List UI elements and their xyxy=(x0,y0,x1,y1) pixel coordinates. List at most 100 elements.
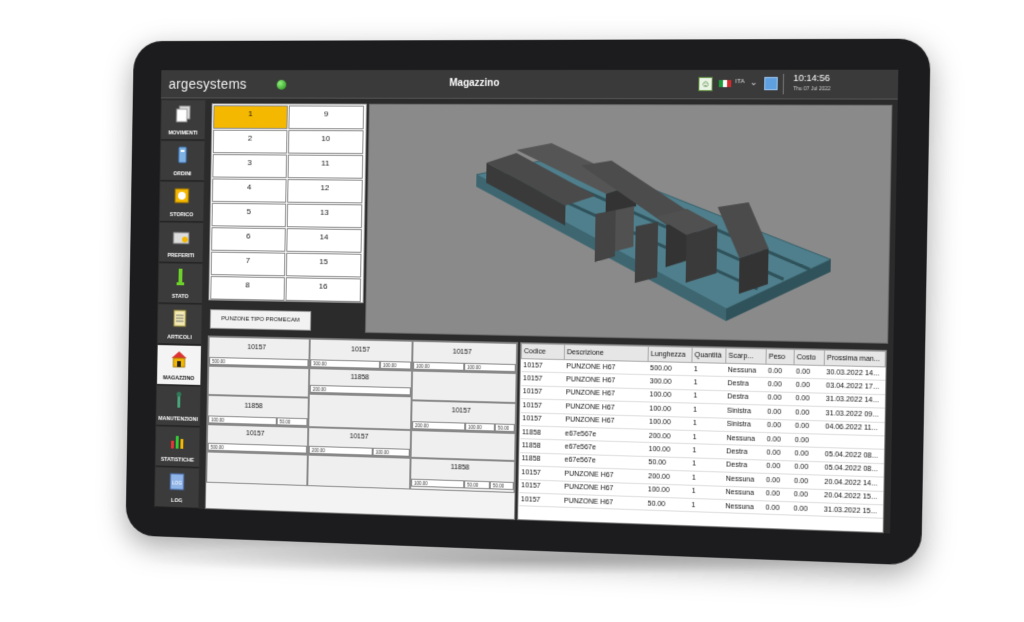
clock-time: 10:14:56 xyxy=(793,72,831,84)
cell-peso: 0.00 xyxy=(765,405,794,420)
slot-length: 50.00 xyxy=(489,481,514,490)
slot-length: 100.00 xyxy=(379,360,412,370)
sidebar-item-ordini[interactable]: ORDINI xyxy=(160,141,205,182)
slot-cell[interactable]: 11858 100.00 50.00 xyxy=(207,394,309,428)
sidebar-item-statistiche[interactable]: STATISTICHE xyxy=(155,426,200,468)
cell-lunghezza: 100.00 xyxy=(647,388,692,404)
drawer-cell[interactable]: 13 xyxy=(286,203,363,229)
slot-cell[interactable]: 10157 500.00 xyxy=(208,336,310,369)
slot-cell[interactable]: 10157 200.00 100.00 50.00 xyxy=(411,400,517,434)
cell-costo: 0.00 xyxy=(792,446,823,462)
drawer-cell[interactable]: 5 xyxy=(211,202,287,228)
sidebar-item-label: STATO xyxy=(171,293,189,300)
drawer-3d-render xyxy=(366,142,891,324)
column-header[interactable]: Scarp... xyxy=(725,348,767,365)
slot-cell[interactable]: 10157 200.00 100.00 xyxy=(307,427,412,458)
italy-flag-icon[interactable] xyxy=(718,80,732,88)
chevron-down-icon[interactable]: ⌄ xyxy=(750,77,758,88)
cell-peso: 0.00 xyxy=(765,377,794,393)
cell-costo: 0.00 xyxy=(793,392,824,407)
punzone-type-button[interactable]: PUNZONE TIPO PROMECAM xyxy=(209,309,312,331)
sidebar-item-label: ORDINI xyxy=(173,171,192,178)
cell-codice: 10157 xyxy=(519,465,563,481)
drawer-cell[interactable]: 4 xyxy=(211,178,287,203)
cell-peso: 0.00 xyxy=(764,418,794,434)
column-header[interactable]: Peso xyxy=(765,348,795,365)
slot-cell-empty[interactable] xyxy=(411,370,517,404)
drawer-slot-map: 10157 500.00 10157 300.00 100.00 10157 1… xyxy=(204,335,519,521)
sidebar-item-storico[interactable]: STORICO xyxy=(159,181,204,223)
drawer-cell[interactable]: 16 xyxy=(285,277,362,303)
drawer-cell[interactable]: 8 xyxy=(210,276,285,301)
cell-quantita: 1 xyxy=(691,376,726,391)
sidebar-item-movimenti[interactable]: MOVIMENTI xyxy=(161,100,206,141)
column-header[interactable]: Prossima man... xyxy=(824,350,886,367)
slot-cell[interactable]: 10157 100.00 100.00 xyxy=(412,340,518,374)
drawer-cell[interactable]: 11 xyxy=(287,154,364,179)
clock-icon xyxy=(172,186,191,206)
cell-prossima-manutenzione: 03.04.2022 17... xyxy=(823,379,885,395)
cell-quantita: 1 xyxy=(689,484,724,500)
cell-descrizione: PUNZONE H67 xyxy=(561,494,646,511)
slot-length: 50.00 xyxy=(494,423,515,433)
save-icon[interactable] xyxy=(764,76,778,91)
cell-prossima-manutenzione: 30.03.2022 14... xyxy=(823,365,886,381)
slot-cell-empty[interactable] xyxy=(207,365,310,398)
sidebar-item-magazzino[interactable]: MAGAZZINO xyxy=(157,345,201,386)
slot-length: 50.00 xyxy=(276,417,308,427)
slot-cell-empty[interactable] xyxy=(206,451,308,487)
slot-cell-empty[interactable] xyxy=(308,393,412,431)
list-icon xyxy=(170,308,189,328)
tool-table-grid: Codice Descrizione Lunghezza Quantità Sc… xyxy=(518,343,886,519)
drawer-grid: 1 2 3 4 5 6 7 8 9 10 11 12 13 14 15 16 xyxy=(208,103,367,304)
slot-cell[interactable]: 11858 100.00 50.00 50.00 xyxy=(410,457,516,494)
cell-scarpa: Nessuna xyxy=(723,485,764,501)
slot-cell[interactable]: 10157 300.00 100.00 xyxy=(309,338,413,371)
cell-quantita: 1 xyxy=(689,498,724,514)
user-icon[interactable]: ☺ xyxy=(698,76,713,92)
tablet-device: argesystems Magazzino ☺ ITA ⌄ 10:14:56 T… xyxy=(125,38,931,566)
svg-text:LOG: LOG xyxy=(172,480,182,486)
column-header[interactable]: Costo xyxy=(794,349,825,366)
sidebar-item-manutenzioni[interactable]: MANUTENZIONI xyxy=(156,385,201,427)
cell-lunghezza: 100.00 xyxy=(646,415,691,431)
slot-length: 100.00 xyxy=(413,361,465,371)
drawer-cell[interactable]: 7 xyxy=(210,251,286,277)
slot-cell-empty[interactable] xyxy=(307,454,411,490)
drawer-cell[interactable]: 15 xyxy=(285,252,362,278)
sidebar-item-stato[interactable]: STATO xyxy=(158,263,203,305)
drawer-3d-view[interactable] xyxy=(364,103,893,344)
cell-peso: 0.00 xyxy=(765,364,795,379)
cell-scarpa: Destra xyxy=(724,444,765,460)
column-header[interactable]: Quantità xyxy=(691,347,727,364)
drawer-cell[interactable]: 10 xyxy=(287,130,364,155)
language-label[interactable]: ITA xyxy=(735,79,744,85)
drawer-cell[interactable]: 9 xyxy=(288,105,365,130)
cell-codice: 10157 xyxy=(520,372,565,387)
slot-cell-empty[interactable] xyxy=(410,430,516,462)
sidebar-item-preferiti[interactable]: PREFERITI xyxy=(159,222,204,264)
slot-cell[interactable]: 10157 500.00 xyxy=(206,424,309,455)
sidebar-item-articoli[interactable]: ARTICOLI xyxy=(157,304,202,346)
cell-codice: 10157 xyxy=(520,412,564,427)
slot-length: 100.00 xyxy=(411,478,465,489)
slot-cell[interactable]: 11858 200.00 xyxy=(308,368,413,397)
cell-peso: 0.00 xyxy=(764,459,793,475)
column-header[interactable]: Lunghezza xyxy=(648,346,693,363)
log-file-icon: LOG xyxy=(167,472,186,492)
drawer-cell[interactable]: 12 xyxy=(287,179,363,204)
column-header[interactable]: Codice xyxy=(521,343,565,360)
drawer-cell[interactable]: 3 xyxy=(212,154,288,179)
slot-code: 10157 xyxy=(451,407,471,415)
status-icon xyxy=(176,268,185,286)
drawer-cell[interactable]: 6 xyxy=(211,227,286,252)
drawer-cell[interactable]: 14 xyxy=(286,228,362,253)
sidebar-item-log[interactable]: LOG LOG xyxy=(154,467,199,509)
cell-codice: 11858 xyxy=(519,452,563,468)
drawer-cell[interactable]: 1 xyxy=(213,105,288,130)
cell-codice: 11858 xyxy=(519,439,563,454)
cell-quantita: 1 xyxy=(691,362,726,377)
cell-lunghezza: 200.00 xyxy=(646,429,691,444)
slot-code: 11858 xyxy=(450,464,470,472)
drawer-cell[interactable]: 2 xyxy=(212,129,288,154)
